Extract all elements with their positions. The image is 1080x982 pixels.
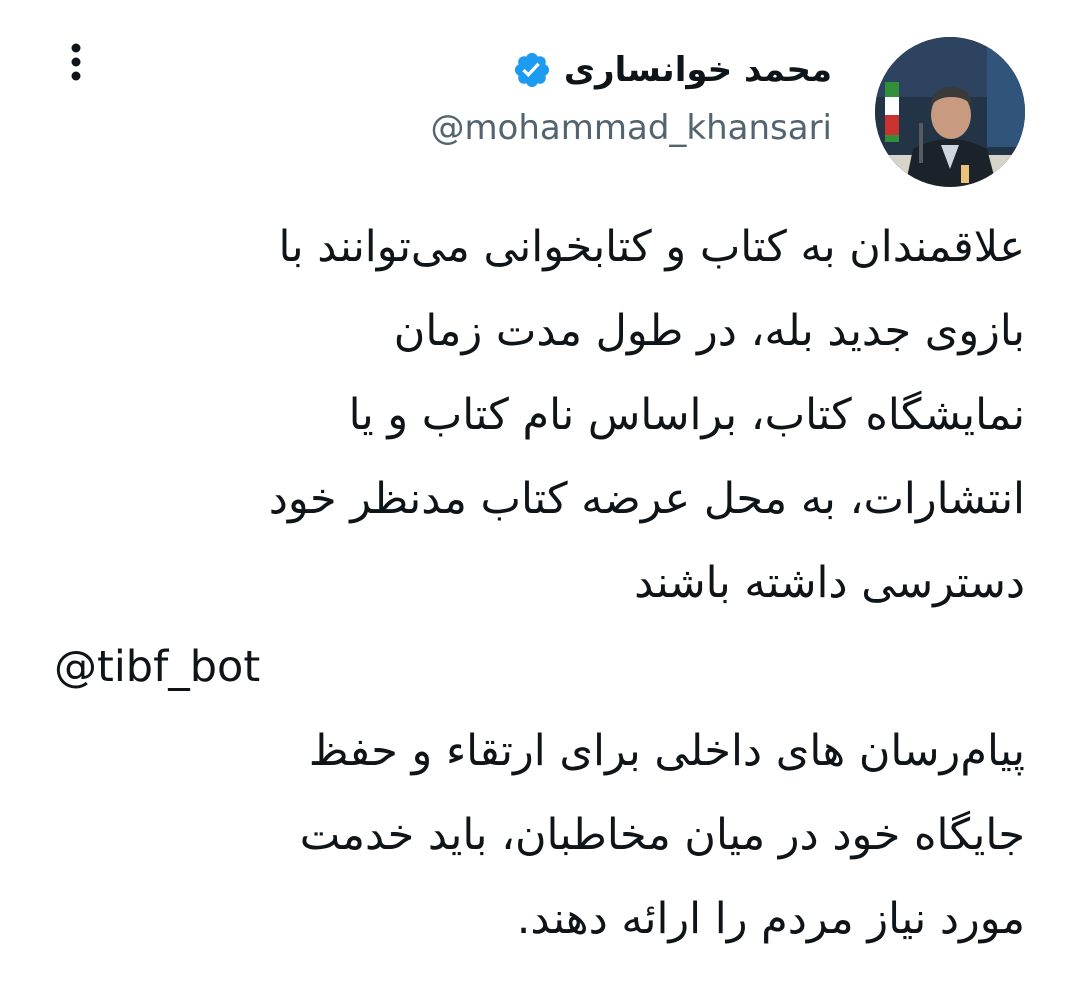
author-handle[interactable]: @mohammad_khansari	[272, 108, 832, 148]
mention-link[interactable]: @tibf_bot	[50, 625, 1025, 709]
tweet-paragraph-1: علاقمندان به کتاب و کتابخوانی می‌توانند …	[268, 222, 1025, 608]
avatar-photo	[875, 37, 1025, 187]
tweet: محمد خوانساری @mohammad_khansari علاقمند…	[0, 0, 1080, 982]
author-display-name[interactable]: محمد خوانساری	[564, 50, 832, 90]
more-options-button[interactable]	[56, 42, 96, 82]
tweet-text: علاقمندان به کتاب و کتابخوانی می‌توانند …	[50, 205, 1025, 961]
tweet-header: محمد خوانساری @mohammad_khansari	[272, 40, 832, 148]
name-row: محمد خوانساری	[272, 40, 832, 100]
more-vertical-icon	[71, 43, 81, 81]
tweet-paragraph-2: پیام‌رسان های داخلی برای ارتقاء و حفظ جا…	[299, 726, 1025, 944]
verified-badge-icon	[512, 50, 552, 90]
avatar[interactable]	[875, 37, 1025, 187]
